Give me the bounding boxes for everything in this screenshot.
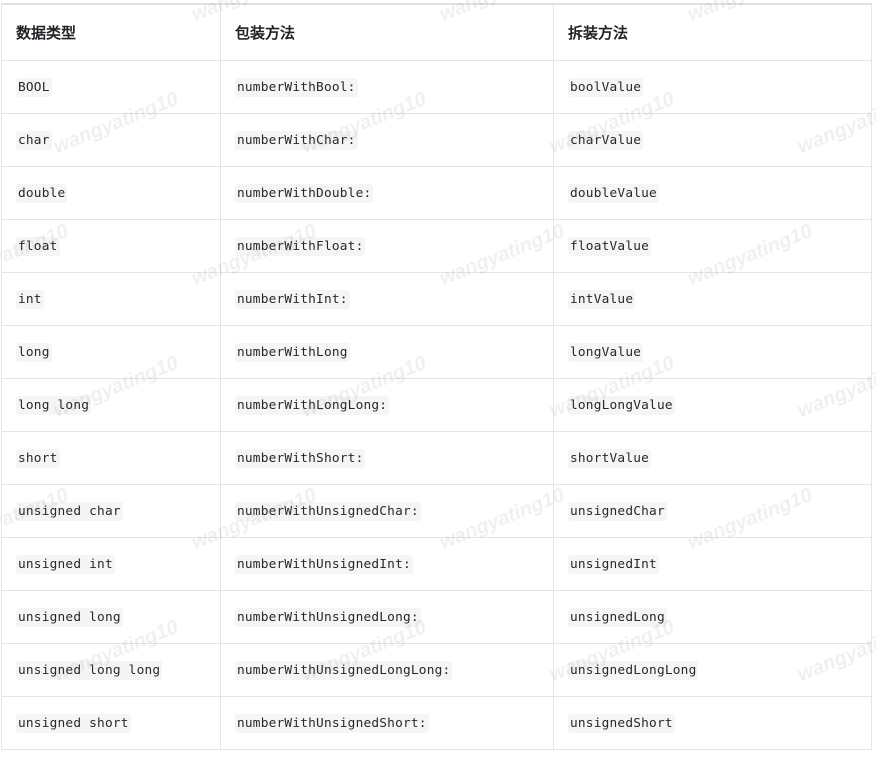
- cell-unbox-method: unsignedInt: [553, 536, 872, 591]
- column-header-box-method: 包装方法: [220, 3, 554, 61]
- cell-unbox-method: charValue: [553, 112, 872, 167]
- table-row: unsigned char numberWithUnsignedChar: unsi…: [1, 483, 872, 538]
- table-row: float numberWithFloat: floatValue: [1, 218, 872, 273]
- cell-data-type-code: float: [16, 236, 60, 256]
- table-row: short numberWithShort: shortValue: [1, 430, 872, 485]
- cell-data-type: float: [1, 218, 221, 273]
- cell-data-type: unsigned long long: [1, 642, 221, 697]
- cell-data-type: double: [1, 165, 221, 220]
- cell-data-type: BOOL: [1, 59, 221, 114]
- table-container: 数据类型 包装方法 拆装方法 BOOL numberWithBool: boolVa…: [1, 3, 872, 750]
- cell-unbox-method: intValue: [553, 271, 872, 326]
- cell-unbox-method: unsignedChar: [553, 483, 872, 538]
- cell-box-method: numberWithLong: [220, 324, 554, 379]
- cell-unbox-method-code: longLongValue: [568, 395, 675, 415]
- table-header: 数据类型 包装方法 拆装方法: [1, 3, 872, 61]
- cell-data-type-code: int: [16, 289, 44, 309]
- cell-unbox-method-code: unsignedLong: [568, 607, 667, 627]
- cell-box-method: numberWithShort:: [220, 430, 554, 485]
- cell-data-type: unsigned long: [1, 589, 221, 644]
- cell-unbox-method: longValue: [553, 324, 872, 379]
- cell-unbox-method-code: floatValue: [568, 236, 652, 256]
- cell-unbox-method: shortValue: [553, 430, 872, 485]
- cell-unbox-method-code: unsignedLongLong: [568, 660, 699, 680]
- table-row: unsigned long long numberWithUnsignedLong…: [1, 642, 872, 697]
- cell-data-type-code: unsigned char: [16, 501, 123, 521]
- cell-data-type-code: BOOL: [16, 77, 52, 97]
- cell-box-method-code: numberWithShort:: [235, 448, 366, 468]
- column-header-data-type: 数据类型: [1, 3, 221, 61]
- table-body: BOOL numberWithBool: boolValue char numberWi…: [1, 59, 872, 750]
- cell-data-type-code: unsigned int: [16, 554, 115, 574]
- cell-unbox-method: unsignedShort: [553, 695, 872, 750]
- cell-box-method: numberWithUnsignedChar:: [220, 483, 554, 538]
- table-header-row: 数据类型 包装方法 拆装方法: [1, 3, 872, 61]
- cell-box-method-code: numberWithFloat:: [235, 236, 366, 256]
- cell-data-type: unsigned int: [1, 536, 221, 591]
- cell-unbox-method-code: doubleValue: [568, 183, 659, 203]
- cell-box-method: numberWithDouble:: [220, 165, 554, 220]
- cell-box-method: numberWithInt:: [220, 271, 554, 326]
- cell-box-method-code: numberWithDouble:: [235, 183, 374, 203]
- column-header-unbox-method: 拆装方法: [553, 3, 872, 61]
- cell-data-type-code: unsigned long: [16, 607, 123, 627]
- cell-box-method: numberWithChar:: [220, 112, 554, 167]
- cell-unbox-method-code: shortValue: [568, 448, 652, 468]
- cell-box-method-code: numberWithBool:: [235, 77, 358, 97]
- table-row: char numberWithChar: charValue: [1, 112, 872, 167]
- table-row: int numberWithInt: intValue: [1, 271, 872, 326]
- cell-data-type: unsigned short: [1, 695, 221, 750]
- cell-box-method: numberWithFloat:: [220, 218, 554, 273]
- cell-unbox-method: unsignedLongLong: [553, 642, 872, 697]
- cell-unbox-method-code: charValue: [568, 130, 644, 150]
- cell-data-type-code: long: [16, 342, 52, 362]
- cell-unbox-method-code: unsignedInt: [568, 554, 659, 574]
- nsnumber-conversion-table: 数据类型 包装方法 拆装方法 BOOL numberWithBool: boolVa…: [1, 3, 872, 750]
- cell-box-method-code: numberWithUnsignedLongLong:: [235, 660, 453, 680]
- cell-data-type-code: double: [16, 183, 68, 203]
- cell-box-method: numberWithUnsignedLongLong:: [220, 642, 554, 697]
- cell-data-type-code: unsigned long long: [16, 660, 163, 680]
- cell-unbox-method-code: unsignedShort: [568, 713, 675, 733]
- cell-box-method-code: numberWithLongLong:: [235, 395, 390, 415]
- cell-box-method: numberWithUnsignedLong:: [220, 589, 554, 644]
- cell-data-type-code: long long: [16, 395, 92, 415]
- cell-unbox-method: doubleValue: [553, 165, 872, 220]
- table-row: BOOL numberWithBool: boolValue: [1, 59, 872, 114]
- cell-box-method-code: numberWithUnsignedInt:: [235, 554, 413, 574]
- cell-unbox-method-code: unsignedChar: [568, 501, 667, 521]
- cell-box-method-code: numberWithInt:: [235, 289, 350, 309]
- cell-data-type-code: unsigned short: [16, 713, 131, 733]
- cell-data-type: long long: [1, 377, 221, 432]
- cell-box-method-code: numberWithUnsignedLong:: [235, 607, 421, 627]
- cell-box-method: numberWithUnsignedInt:: [220, 536, 554, 591]
- cell-box-method-code: numberWithUnsignedChar:: [235, 501, 421, 521]
- cell-data-type: long: [1, 324, 221, 379]
- cell-data-type: short: [1, 430, 221, 485]
- cell-unbox-method: boolValue: [553, 59, 872, 114]
- cell-data-type: int: [1, 271, 221, 326]
- table-row: unsigned short numberWithUnsignedShort: un…: [1, 695, 872, 750]
- table-row: long long numberWithLongLong: longLongValu…: [1, 377, 872, 432]
- cell-data-type: unsigned char: [1, 483, 221, 538]
- cell-unbox-method-code: boolValue: [568, 77, 644, 97]
- cell-data-type: char: [1, 112, 221, 167]
- table-row: unsigned long numberWithUnsignedLong: unsi…: [1, 589, 872, 644]
- cell-box-method: numberWithBool:: [220, 59, 554, 114]
- cell-unbox-method: floatValue: [553, 218, 872, 273]
- cell-data-type-code: char: [16, 130, 52, 150]
- cell-data-type-code: short: [16, 448, 60, 468]
- cell-box-method: numberWithUnsignedShort:: [220, 695, 554, 750]
- cell-box-method: numberWithLongLong:: [220, 377, 554, 432]
- cell-unbox-method: longLongValue: [553, 377, 872, 432]
- table-row: long numberWithLong longValue: [1, 324, 872, 379]
- table-row: unsigned int numberWithUnsignedInt: unsign…: [1, 536, 872, 591]
- cell-unbox-method: unsignedLong: [553, 589, 872, 644]
- cell-unbox-method-code: intValue: [568, 289, 636, 309]
- cell-unbox-method-code: longValue: [568, 342, 644, 362]
- table-row: double numberWithDouble: doubleValue: [1, 165, 872, 220]
- cell-box-method-code: numberWithUnsignedShort:: [235, 713, 429, 733]
- cell-box-method-code: numberWithLong: [235, 342, 350, 362]
- cell-box-method-code: numberWithChar:: [235, 130, 358, 150]
